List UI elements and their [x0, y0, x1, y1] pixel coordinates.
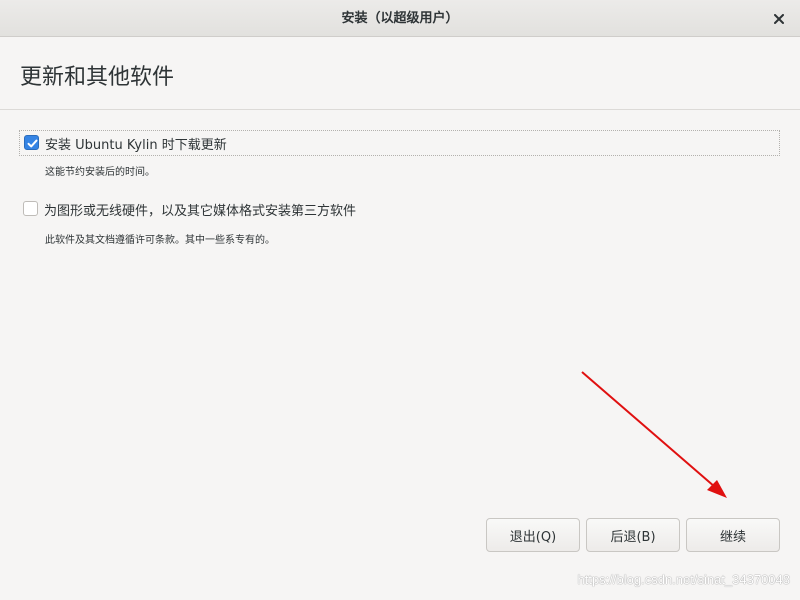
download-updates-description: 这能节约安装后的时间。 — [45, 167, 155, 178]
page-title: 更新和其他软件 — [20, 65, 175, 90]
third-party-software-checkbox[interactable] — [23, 201, 38, 216]
watermark: https://blog.csdn.net/sinat_34370048 — [577, 572, 791, 587]
checkmark-icon — [27, 139, 38, 148]
back-button[interactable]: 后退(B) — [586, 518, 680, 552]
quit-button[interactable]: 退出(Q) — [486, 518, 580, 552]
title-bar: 安装（以超级用户） — [0, 0, 800, 37]
continue-button[interactable]: 继续 — [686, 518, 780, 552]
download-updates-checkbox[interactable] — [24, 135, 39, 150]
third-party-software-label: 为图形或无线硬件，以及其它媒体格式安装第三方软件 — [44, 204, 357, 219]
page-header: 更新和其他软件 — [0, 37, 800, 110]
close-button[interactable] — [768, 8, 790, 30]
third-party-software-option[interactable]: 为图形或无线硬件，以及其它媒体格式安装第三方软件 — [19, 197, 780, 223]
window-title: 安装（以超级用户） — [341, 11, 459, 26]
annotation-arrow-icon — [581, 371, 727, 498]
third-party-software-description: 此软件及其文档遵循许可条款。其中一些系专有的。 — [45, 235, 275, 246]
close-icon — [774, 14, 784, 24]
download-updates-label: 安装 Ubuntu Kylin 时下载更新 — [45, 138, 227, 153]
download-updates-option[interactable]: 安装 Ubuntu Kylin 时下载更新 — [19, 130, 780, 156]
